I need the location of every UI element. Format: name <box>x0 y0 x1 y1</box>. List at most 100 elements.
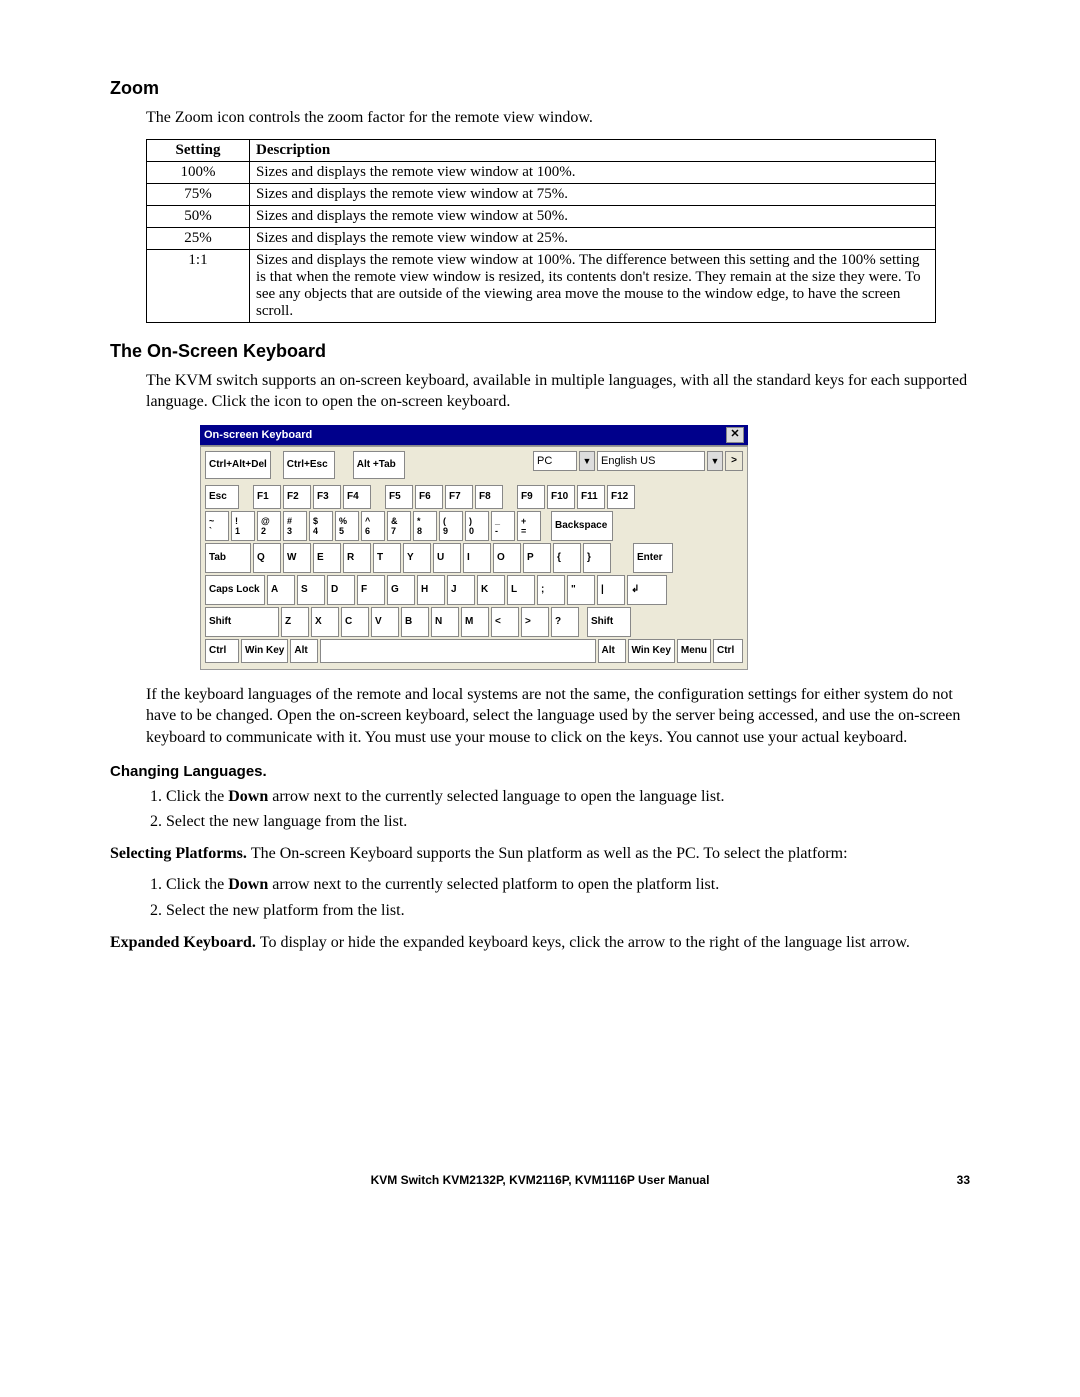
key-7[interactable]: &7 <box>387 511 411 541</box>
key-q[interactable]: Q <box>253 543 281 573</box>
footer-title: KVM Switch KVM2132P, KVM2116P, KVM1116P … <box>110 1173 970 1187</box>
bottom-row: CtrlWin KeyAltAltWin KeyMenuCtrl <box>205 639 743 663</box>
table-row: 100%Sizes and displays the remote view w… <box>147 161 936 183</box>
key-capslock[interactable]: Caps Lock <box>205 575 265 605</box>
list-item: Select the new platform from the list. <box>166 900 970 922</box>
key-enter[interactable]: Enter <box>633 543 673 573</box>
key-f9[interactable]: F9 <box>517 485 545 509</box>
key-f10[interactable]: F10 <box>547 485 575 509</box>
zoom-th-setting: Setting <box>147 139 250 161</box>
osk-titlebar: On-screen Keyboard ✕ <box>200 425 748 446</box>
key-x[interactable]: X <box>311 607 339 637</box>
alt-tab-button[interactable]: Alt +Tab <box>353 451 405 479</box>
key-2[interactable]: @2 <box>257 511 281 541</box>
key-w[interactable]: W <box>283 543 311 573</box>
zoom-heading: Zoom <box>110 78 970 99</box>
zoom-cell: Sizes and displays the remote view windo… <box>250 161 936 183</box>
key-r[interactable]: R <box>343 543 371 573</box>
key-f2[interactable]: F2 <box>283 485 311 509</box>
key-f5[interactable]: F5 <box>385 485 413 509</box>
key-{[interactable]: { <box>553 543 581 573</box>
key-b[interactable]: B <box>401 607 429 637</box>
key-z[interactable]: Z <box>281 607 309 637</box>
key-k[interactable]: K <box>477 575 505 605</box>
key-shift-left[interactable]: Shift <box>205 607 279 637</box>
key-4[interactable]: $4 <box>309 511 333 541</box>
key-f7[interactable]: F7 <box>445 485 473 509</box>
ctrl-alt-del-button[interactable]: Ctrl+Alt+Del <box>205 451 271 479</box>
key-p[interactable]: P <box>523 543 551 573</box>
key-t[interactable]: T <box>373 543 401 573</box>
key-s[interactable]: S <box>297 575 325 605</box>
key-winkey[interactable]: Win Key <box>628 639 675 663</box>
key-=[interactable]: += <box>517 511 541 541</box>
key-1[interactable]: !1 <box>231 511 255 541</box>
key-}[interactable]: } <box>583 543 611 573</box>
key-0[interactable]: )0 <box>465 511 489 541</box>
key-menu[interactable]: Menu <box>677 639 711 663</box>
list-item: Select the new language from the list. <box>166 811 970 833</box>
key-f4[interactable]: F4 <box>343 485 371 509</box>
key-5[interactable]: %5 <box>335 511 359 541</box>
key-g[interactable]: G <box>387 575 415 605</box>
key-m[interactable]: M <box>461 607 489 637</box>
key-y[interactable]: Y <box>403 543 431 573</box>
key-alt[interactable]: Alt <box>598 639 626 663</box>
key-ctrl[interactable]: Ctrl <box>713 639 743 663</box>
key-j[interactable]: J <box>447 575 475 605</box>
page-number: 33 <box>957 1173 970 1187</box>
key-e[interactable]: E <box>313 543 341 573</box>
key-backspace[interactable]: Backspace <box>551 511 613 541</box>
key-d[interactable]: D <box>327 575 355 605</box>
list-item: Click the Down arrow next to the current… <box>166 874 970 896</box>
key-f[interactable]: F <box>357 575 385 605</box>
key-6[interactable]: ^6 <box>361 511 385 541</box>
key-c[interactable]: C <box>341 607 369 637</box>
zoom-cell: 1:1 <box>147 249 250 322</box>
key-h[interactable]: H <box>417 575 445 605</box>
key-"[interactable]: " <box>567 575 595 605</box>
expand-arrow-button[interactable]: > <box>725 451 743 471</box>
key-space[interactable] <box>320 639 595 663</box>
key-esc[interactable]: Esc <box>205 485 239 509</box>
key-v[interactable]: V <box>371 607 399 637</box>
key-l[interactable]: L <box>507 575 535 605</box>
key-|[interactable]: | <box>597 575 625 605</box>
key-`[interactable]: ~` <box>205 511 229 541</box>
key-ctrl[interactable]: Ctrl <box>205 639 239 663</box>
key-a[interactable]: A <box>267 575 295 605</box>
osk-window: On-screen Keyboard ✕ Ctrl+Alt+Del Ctrl+E… <box>200 425 748 670</box>
chevron-down-icon[interactable]: ▼ <box>579 451 595 471</box>
page-footer: KVM Switch KVM2132P, KVM2116P, KVM1116P … <box>110 1173 970 1187</box>
key-winkey[interactable]: Win Key <box>241 639 288 663</box>
key-f12[interactable]: F12 <box>607 485 635 509</box>
key-?[interactable]: ? <box>551 607 579 637</box>
key-n[interactable]: N <box>431 607 459 637</box>
key-f8[interactable]: F8 <box>475 485 503 509</box>
key-f3[interactable]: F3 <box>313 485 341 509</box>
platform-select[interactable]: PC <box>533 451 577 471</box>
key-i[interactable]: I <box>463 543 491 573</box>
key-tab[interactable]: Tab <box>205 543 251 573</box>
chevron-down-icon[interactable]: ▼ <box>707 451 723 471</box>
key-3[interactable]: #3 <box>283 511 307 541</box>
key->[interactable]: > <box>521 607 549 637</box>
key-o[interactable]: O <box>493 543 521 573</box>
key-8[interactable]: *8 <box>413 511 437 541</box>
ctrl-esc-button[interactable]: Ctrl+Esc <box>283 451 335 479</box>
key-shift-right[interactable]: Shift <box>587 607 631 637</box>
zoom-cell: 25% <box>147 227 250 249</box>
key-9[interactable]: (9 <box>439 511 463 541</box>
key-enter-ext[interactable]: ↲ <box>627 575 667 605</box>
key-;[interactable]: ; <box>537 575 565 605</box>
key-f11[interactable]: F11 <box>577 485 605 509</box>
key--[interactable]: _- <box>491 511 515 541</box>
zoom-cell: 100% <box>147 161 250 183</box>
language-select[interactable]: English US <box>597 451 705 471</box>
key-alt[interactable]: Alt <box>290 639 318 663</box>
key-f1[interactable]: F1 <box>253 485 281 509</box>
close-icon[interactable]: ✕ <box>726 427 744 443</box>
key-f6[interactable]: F6 <box>415 485 443 509</box>
key-u[interactable]: U <box>433 543 461 573</box>
key-<[interactable]: < <box>491 607 519 637</box>
